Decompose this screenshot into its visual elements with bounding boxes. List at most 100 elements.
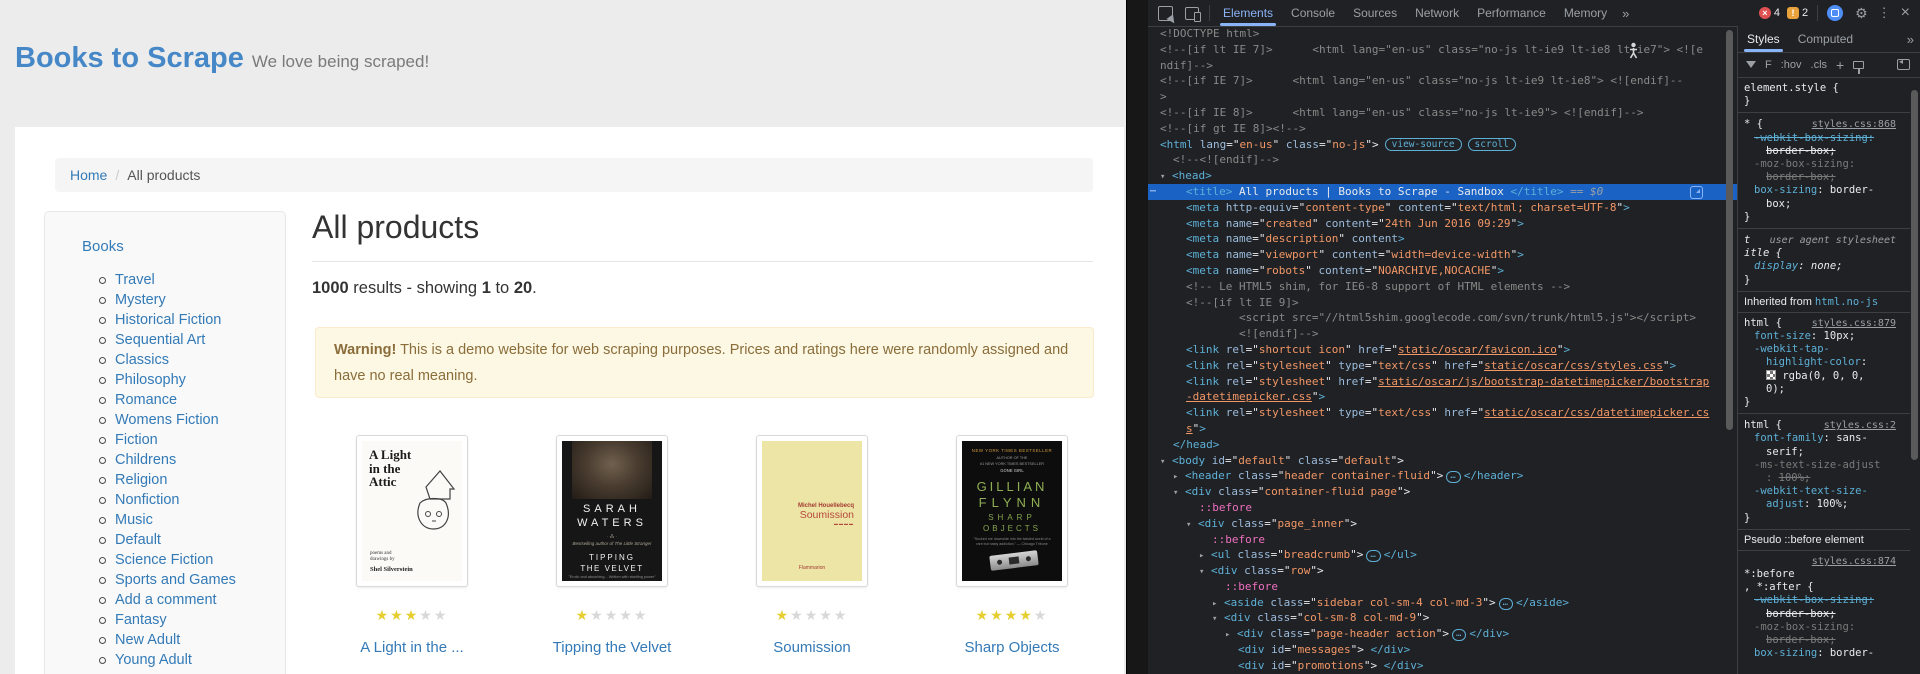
styles-declaration-row[interactable]: -webkit-text-size- [1738, 485, 1910, 498]
sidebar-item-sequential-art[interactable]: Sequential Art [115, 332, 205, 348]
product-cover-link[interactable]: A Light in the Attic poems and drawings by Sh… [362, 441, 462, 581]
issue-count-badge[interactable]: ! 2 [1786, 7, 1808, 19]
expand-ellipsis-icon[interactable]: … [1366, 550, 1381, 563]
tab-memory[interactable]: Memory [1555, 1, 1616, 26]
styles-declaration-row[interactable]: -moz-box-sizing: [1738, 158, 1910, 171]
elements-tree-row[interactable]: > [1148, 89, 1737, 105]
copy-element-icon[interactable] [1690, 185, 1703, 199]
expand-ellipsis-icon[interactable]: … [1451, 629, 1467, 642]
styles-declaration-row[interactable]: border-box; [1738, 608, 1910, 621]
hover-state-button[interactable]: :hov [1781, 59, 1802, 71]
sidebar-item-philosophy[interactable]: Philosophy [115, 372, 186, 388]
sidebar-item-books[interactable]: Books [82, 238, 124, 255]
elements-tree-row[interactable]: <div id="promotions"> </div> [1148, 658, 1737, 674]
styles-declaration-row[interactable]: } [1738, 95, 1910, 108]
elements-tree-row[interactable]: ▸ <ul class="breadcrumb">… </ul> [1148, 547, 1737, 563]
elements-tree-row[interactable]: s"> [1148, 421, 1737, 437]
styles-declaration-row[interactable]: *:before [1738, 568, 1910, 581]
extension-icon[interactable] [1827, 5, 1844, 21]
inherited-node-link[interactable]: html.no-js [1815, 296, 1878, 308]
elements-tree-row[interactable]: <meta name="robots" content="NOARCHIVE,N… [1148, 263, 1737, 279]
tab-network[interactable]: Network [1406, 1, 1468, 26]
sidebar-item-historical-fiction[interactable]: Historical Fiction [115, 312, 221, 328]
styles-declaration-row[interactable]: element.style { [1738, 82, 1910, 95]
sidebar-item-fantasy[interactable]: Fantasy [115, 612, 167, 628]
elements-tree-row[interactable]: -datetimepicker.css"> [1148, 389, 1737, 405]
error-count-badge[interactable]: × 4 [1758, 7, 1780, 19]
elements-tree-row[interactable]: ▾ <div class="container-fluid page"> [1148, 484, 1737, 500]
styles-declaration-row[interactable]: border-box; [1738, 171, 1910, 184]
styles-declaration-row[interactable]: box; [1738, 198, 1910, 211]
tab-computed[interactable]: Computed [1789, 27, 1862, 52]
class-toggle-button[interactable]: .cls [1811, 59, 1828, 71]
styles-declaration-row[interactable]: * {styles.css:868 [1738, 118, 1910, 131]
elements-tree-row[interactable]: <html lang="en-us" class="no-js"> view-so… [1148, 137, 1737, 153]
sidebar-item-religion[interactable]: Religion [115, 472, 167, 488]
stylesheet-source-link[interactable]: styles.css:2 [1824, 419, 1896, 432]
color-swatch[interactable] [1766, 369, 1776, 380]
elements-tree-row[interactable]: ▾ <body id="default" class="default"> [1148, 453, 1737, 469]
styles-declaration-row[interactable]: } [1738, 211, 1910, 224]
elements-tree-row[interactable]: ::before [1148, 532, 1737, 548]
product-title-link[interactable]: Soumission [773, 639, 851, 656]
sidebar-item-default[interactable]: Default [115, 532, 161, 548]
more-tabs-icon[interactable]: » [1616, 6, 1635, 21]
sidebar-item-nonfiction[interactable]: Nonfiction [115, 492, 179, 508]
tab-console[interactable]: Console [1282, 1, 1344, 26]
styles-declaration-row[interactable]: box-sizing: border- [1738, 184, 1910, 197]
styles-declaration-row[interactable]: display: none; [1738, 260, 1910, 273]
elements-tree-row[interactable]: <!--<![endif]--> [1148, 152, 1737, 168]
styles-declaration-row[interactable]: : 100%; [1738, 472, 1910, 485]
styles-declaration-row[interactable]: serif; [1738, 446, 1910, 459]
elements-tree-row[interactable]: <link rel="stylesheet" type="text/css" h… [1148, 405, 1737, 421]
elements-tree-row[interactable]: <!-- Le HTML5 shim, for IE6-8 support of… [1148, 279, 1737, 295]
product-title-link[interactable]: Sharp Objects [964, 639, 1059, 656]
gear-icon[interactable]: ⚙ [1855, 5, 1868, 22]
styles-declaration-row[interactable]: -webkit-box-sizing: [1738, 594, 1910, 607]
elements-tree-row[interactable]: </head> [1148, 437, 1737, 453]
sidebar-item-sports-and-games[interactable]: Sports and Games [115, 572, 236, 588]
styles-declaration-row[interactable]: html {styles.css:879 [1738, 317, 1910, 330]
stylesheet-source-link[interactable]: styles.css:868 [1812, 118, 1896, 131]
element-badge[interactable]: scroll [1467, 137, 1516, 151]
elements-tree-row[interactable]: ▾ <div class="row"> [1148, 563, 1737, 579]
elements-tree-row[interactable]: ::before [1148, 579, 1737, 595]
styles-declaration-row[interactable]: border-box; [1738, 145, 1910, 158]
sidebar-item-add-a-comment[interactable]: Add a comment [115, 592, 217, 608]
sidebar-item-fiction[interactable]: Fiction [115, 432, 158, 448]
kebab-menu-icon[interactable]: ⋮ [1878, 5, 1891, 21]
tab-sources[interactable]: Sources [1344, 1, 1406, 26]
styles-declaration-row[interactable]: -webkit-tap- [1738, 343, 1910, 356]
sidebar-item-womens-fiction[interactable]: Womens Fiction [115, 412, 219, 428]
styles-declaration-row[interactable]: rgba(0, 0, 0, [1738, 369, 1910, 383]
elements-tree-row[interactable]: <!--[if lt IE 9]> [1148, 295, 1737, 311]
elements-tree-row[interactable]: <!--[if lt IE 7]> <html lang="en-us" cla… [1148, 42, 1737, 58]
elements-tree-row[interactable]: <!--[if IE 7]> <html lang="en-us" class=… [1148, 73, 1737, 89]
element-badge[interactable]: view-source [1384, 137, 1462, 151]
elements-tree-row[interactable]: ▸ <header class="header container-fluid">… [1148, 468, 1737, 484]
elements-tree-row[interactable]: <title> All products | Books to Scrape -… [1148, 183, 1737, 200]
elements-tree-row[interactable]: ndif]--> [1148, 58, 1737, 74]
elements-tree-row[interactable]: ::before [1148, 500, 1737, 516]
new-style-rule-button[interactable]: + [1836, 57, 1844, 73]
dock-sidebar-icon[interactable] [1897, 57, 1910, 70]
breadcrumb-home-link[interactable]: Home [70, 167, 107, 183]
tab-performance[interactable]: Performance [1468, 1, 1555, 26]
sidebar-item-travel[interactable]: Travel [115, 272, 155, 288]
close-icon[interactable]: × [1901, 4, 1910, 22]
elements-tree-row[interactable]: <meta name="description" content> [1148, 231, 1737, 247]
elements-tree-row[interactable]: <!DOCTYPE html> [1148, 26, 1737, 42]
styles-declaration-row[interactable]: highlight-color: [1738, 356, 1910, 369]
elements-scrollbar[interactable] [1726, 30, 1733, 430]
elements-tree-row[interactable]: <link rel="stylesheet" href="static/osca… [1148, 374, 1737, 390]
styles-declaration-row[interactable]: border-box; [1738, 634, 1910, 647]
filter-input[interactable]: F [1765, 59, 1772, 71]
sidebar-item-science-fiction[interactable]: Science Fiction [115, 552, 213, 568]
styles-declaration-row[interactable]: styles.css:874 [1738, 555, 1910, 568]
tab-elements[interactable]: Elements [1214, 1, 1282, 26]
device-toolbar-icon[interactable] [1185, 6, 1201, 22]
styles-declaration-row[interactable]: 0); [1738, 383, 1910, 396]
inspect-element-icon[interactable] [1158, 5, 1178, 26]
product-cover-link[interactable]: NEW YORK TIMES BESTSELLER AUTHOR OF THE #1… [962, 441, 1062, 581]
styles-declaration-row[interactable]: adjust: 100%; [1738, 498, 1910, 511]
